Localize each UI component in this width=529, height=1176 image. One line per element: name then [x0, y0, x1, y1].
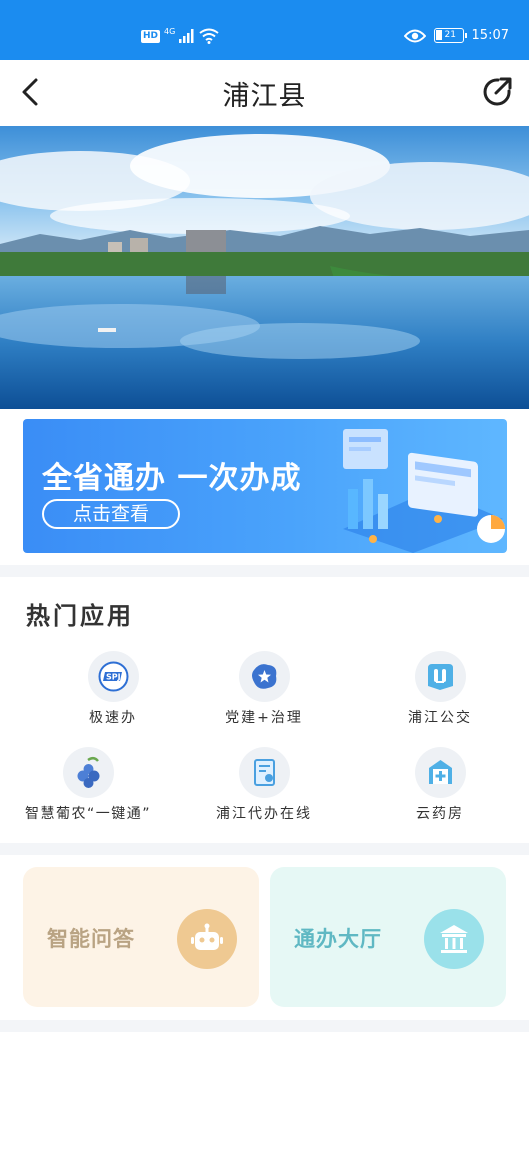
card-label: 通办大厅	[294, 927, 382, 951]
express-service-icon: SPJ	[88, 651, 139, 702]
app-party-building[interactable]: 党建+治理	[176, 651, 352, 731]
grape-icon	[63, 747, 114, 798]
status-left: HD 4G	[141, 26, 219, 44]
hero-banner-image[interactable]	[0, 126, 529, 409]
smart-qa-card[interactable]: 智能问答	[23, 867, 259, 1007]
battery-indicator: 21	[433, 28, 467, 43]
card-label: 智能问答	[47, 927, 135, 951]
hall-building-icon	[424, 909, 484, 969]
app-label: 极速办	[89, 710, 137, 726]
battery-level: 21	[444, 30, 456, 40]
view-details-button[interactable]: 点击查看	[42, 499, 180, 529]
nav-bar: 浦江县	[0, 60, 529, 126]
share-button[interactable]	[479, 74, 515, 110]
hot-apps-title: 热门应用	[26, 602, 134, 630]
app-label: 浦江公交	[408, 710, 472, 726]
hd-badge: HD	[141, 29, 161, 43]
share-icon	[483, 77, 512, 106]
app-label: 浦江代办在线	[216, 806, 312, 822]
computer-illustration-icon	[343, 429, 505, 553]
eye-icon	[403, 29, 426, 42]
section-divider	[0, 565, 529, 577]
landscape-photo	[0, 126, 529, 409]
page-title: 浦江县	[222, 81, 307, 112]
network-type: 4G	[164, 26, 176, 36]
party-building-icon	[239, 651, 290, 702]
svg-text:SPJ: SPJ	[106, 673, 121, 682]
robot-icon	[177, 909, 237, 969]
clock: 15:07	[471, 28, 509, 43]
document-icon	[239, 747, 290, 798]
promo-banner[interactable]: 全省通办 一次办成 点击查看	[23, 419, 507, 553]
promo-title: 全省通办 一次办成	[42, 461, 302, 496]
bus-icon	[415, 651, 466, 702]
app-label: 云药房	[416, 806, 464, 822]
section-divider	[0, 1020, 529, 1032]
app-label: 智慧葡农“一键通”	[24, 806, 151, 822]
app-bus[interactable]: 浦江公交	[352, 651, 528, 731]
app-label: 党建+治理	[225, 710, 303, 726]
wifi-icon	[199, 28, 219, 44]
status-bar: HD 4G 21 15:07	[0, 0, 529, 60]
service-hall-card[interactable]: 通办大厅	[270, 867, 506, 1007]
status-right: 21 15:07	[403, 28, 509, 43]
app-express-service[interactable]: SPJ 极速办	[25, 651, 201, 731]
app-proxy-service-online[interactable]: 浦江代办在线	[176, 747, 352, 827]
pharmacy-icon	[415, 747, 466, 798]
app-smart-grape[interactable]: 智慧葡农“一键通”	[0, 747, 176, 827]
section-divider	[0, 843, 529, 855]
app-cloud-pharmacy[interactable]: 云药房	[352, 747, 528, 827]
signal-icon	[179, 29, 194, 43]
page: HD 4G 21 15:07 浦江县 全省通办 一次办成 点击查看 热门应用 S…	[0, 0, 529, 1176]
